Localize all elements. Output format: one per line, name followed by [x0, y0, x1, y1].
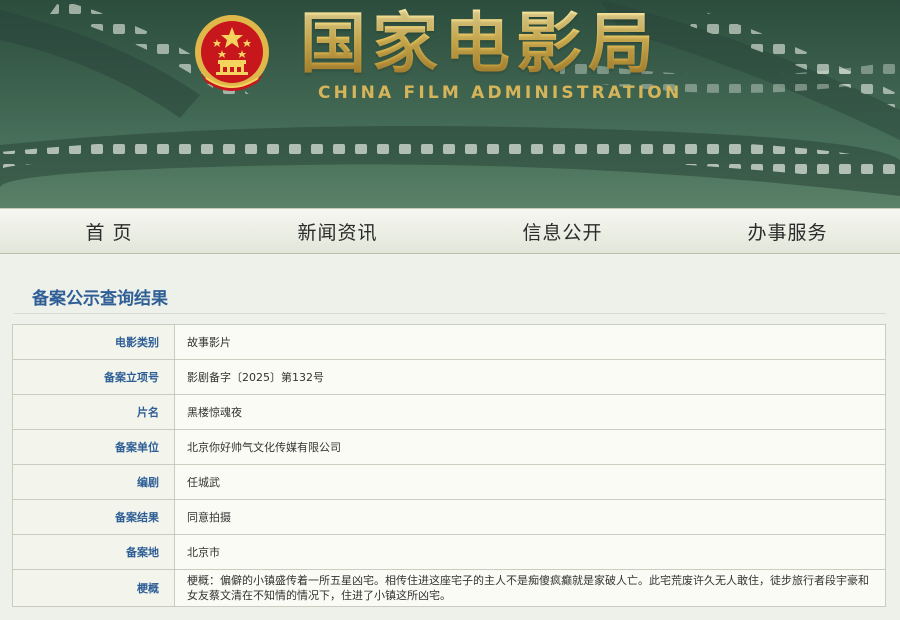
synopsis-text: 梗概：偏僻的小镇盛传着一所五星凶宅。相传住进这座宅子的主人不是痴傻疯癫就是家破人… [174, 569, 886, 607]
nav-item-home[interactable]: 首页 [0, 209, 225, 253]
nav-item-services[interactable]: 办事服务 [675, 209, 900, 253]
row-value: 北京市 [174, 534, 886, 570]
site-title-english: CHINA FILM ADMINISTRATION [318, 83, 683, 103]
row-label: 片名 [12, 394, 175, 430]
row-value: 故事影片 [174, 324, 886, 360]
table-row: 编剧 任城武 [12, 464, 886, 500]
row-label: 梗概 [12, 569, 175, 607]
table-row: 备案单位 北京你好帅气文化传媒有限公司 [12, 429, 886, 465]
row-label: 备案结果 [12, 499, 175, 535]
table-row: 备案地 北京市 [12, 534, 886, 570]
row-label: 备案地 [12, 534, 175, 570]
table-row: 备案立项号 影剧备字〔2025〕第132号 [12, 359, 886, 395]
national-emblem-icon [192, 12, 272, 98]
nav-item-news[interactable]: 新闻资讯 [225, 209, 450, 253]
row-value: 影剧备字〔2025〕第132号 [174, 359, 886, 395]
table-row-synopsis: 梗概 梗概：偏僻的小镇盛传着一所五星凶宅。相传住进这座宅子的主人不是痴傻疯癫就是… [12, 569, 886, 607]
table-row: 备案结果 同意拍摄 [12, 499, 886, 535]
title-divider [14, 313, 886, 314]
row-label: 备案单位 [12, 429, 175, 465]
nav-item-info-disclosure[interactable]: 信息公开 [450, 209, 675, 253]
header-banner: 国家电影局 CHINA FILM ADMINISTRATION [0, 0, 900, 208]
row-label: 编剧 [12, 464, 175, 500]
row-value: 任城武 [174, 464, 886, 500]
row-value: 北京你好帅气文化传媒有限公司 [174, 429, 886, 465]
table-row: 片名 黑楼惊魂夜 [12, 394, 886, 430]
record-details-table: 电影类别 故事影片 备案立项号 影剧备字〔2025〕第132号 片名 黑楼惊魂夜… [12, 324, 886, 607]
table-row: 电影类别 故事影片 [12, 324, 886, 360]
row-label: 电影类别 [12, 324, 175, 360]
row-label: 备案立项号 [12, 359, 175, 395]
page-title: 备案公示查询结果 [32, 289, 168, 309]
row-value: 黑楼惊魂夜 [174, 394, 886, 430]
site-title-chinese: 国家电影局 [300, 4, 700, 84]
row-value: 同意拍摄 [174, 499, 886, 535]
main-navigation: 首页 新闻资讯 信息公开 办事服务 [0, 208, 900, 254]
